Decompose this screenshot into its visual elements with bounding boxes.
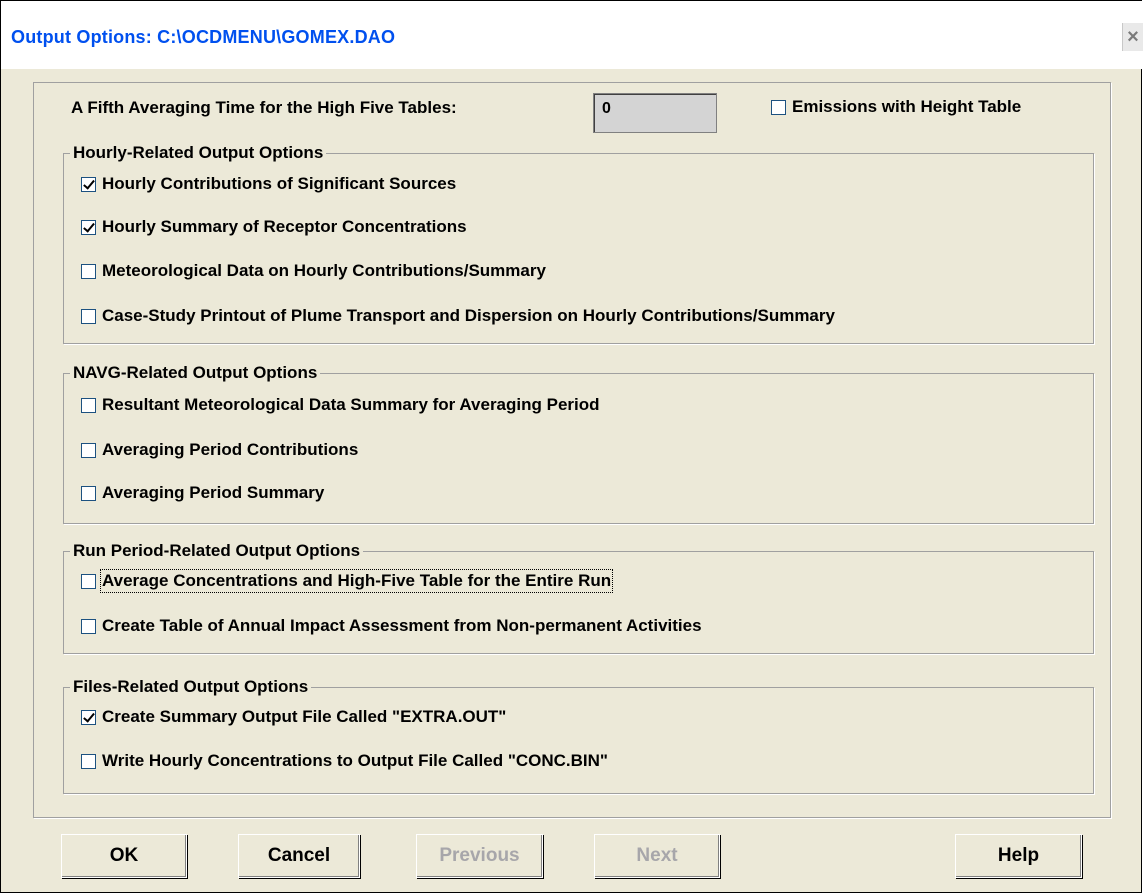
group-title: NAVG-Related Output Options xyxy=(70,363,321,383)
checkbox-box[interactable] xyxy=(81,397,96,413)
checkbox-box[interactable] xyxy=(771,99,786,115)
resultant-met-summary-checkbox[interactable]: Resultant Meteorological Data Summary fo… xyxy=(81,395,600,415)
checkbox-label: Hourly Contributions of Significant Sour… xyxy=(102,174,457,193)
checkbox-label: Case-Study Printout of Plume Transport a… xyxy=(102,306,835,325)
checkbox-box[interactable] xyxy=(81,485,96,501)
fifth-averaging-time-input[interactable]: 0 xyxy=(593,93,717,133)
next-button: Next xyxy=(594,834,720,878)
checkbox-label: Average Concentrations and High-Five Tab… xyxy=(99,569,614,593)
case-study-printout-checkbox[interactable]: Case-Study Printout of Plume Transport a… xyxy=(81,306,835,326)
checkbox-label: Create Table of Annual Impact Assessment… xyxy=(102,616,702,635)
fifth-averaging-time-label: A Fifth Averaging Time for the High Five… xyxy=(71,98,457,117)
output-options-dialog: Output Options: C:\OCDMENU\GOMEX.DAO × A… xyxy=(0,0,1143,893)
run-period-options-group: Run Period-Related Output Options xyxy=(63,541,1094,654)
conc-bin-file-checkbox[interactable]: Write Hourly Concentrations to Output Fi… xyxy=(81,751,608,771)
checkbox-label: Averaging Period Summary xyxy=(102,483,325,502)
title-bar: Output Options: C:\OCDMENU\GOMEX.DAO × xyxy=(1,1,1143,69)
extra-out-file-checkbox[interactable]: Create Summary Output File Called "EXTRA… xyxy=(81,707,506,727)
checkbox-label: Meteorological Data on Hourly Contributi… xyxy=(102,261,546,280)
checkbox-label: Hourly Summary of Receptor Concentration… xyxy=(102,217,467,236)
checkbox-label: Resultant Meteorological Data Summary fo… xyxy=(102,395,600,414)
annual-impact-assessment-checkbox[interactable]: Create Table of Annual Impact Assessment… xyxy=(81,616,702,636)
average-concentrations-checkbox[interactable]: Average Concentrations and High-Five Tab… xyxy=(81,569,614,593)
checkbox-box[interactable] xyxy=(81,618,96,634)
hourly-summary-checkbox[interactable]: Hourly Summary of Receptor Concentration… xyxy=(81,217,467,237)
group-title: Run Period-Related Output Options xyxy=(70,541,364,561)
checkbox-box[interactable] xyxy=(81,442,96,458)
help-button[interactable]: Help xyxy=(955,834,1082,878)
checkbox-box[interactable] xyxy=(81,573,96,589)
checkbox-box[interactable] xyxy=(81,219,96,235)
previous-button: Previous xyxy=(416,834,543,878)
ok-button[interactable]: OK xyxy=(61,834,187,878)
meteorological-data-checkbox[interactable]: Meteorological Data on Hourly Contributi… xyxy=(81,261,546,281)
cancel-button[interactable]: Cancel xyxy=(238,834,360,878)
emissions-height-table-checkbox[interactable]: Emissions with Height Table xyxy=(771,97,1021,117)
close-icon[interactable]: × xyxy=(1122,23,1143,51)
hourly-contributions-checkbox[interactable]: Hourly Contributions of Significant Sour… xyxy=(81,174,456,194)
checkbox-label: Write Hourly Concentrations to Output Fi… xyxy=(102,751,608,770)
checkbox-box[interactable] xyxy=(81,308,96,324)
averaging-period-summary-checkbox[interactable]: Averaging Period Summary xyxy=(81,483,324,503)
checkbox-box[interactable] xyxy=(81,709,96,725)
files-options-group: Files-Related Output Options xyxy=(63,677,1094,794)
checkbox-label: Create Summary Output File Called "EXTRA… xyxy=(102,707,507,726)
group-title: Hourly-Related Output Options xyxy=(70,143,327,163)
checkbox-box[interactable] xyxy=(81,176,96,192)
averaging-period-contributions-checkbox[interactable]: Averaging Period Contributions xyxy=(81,440,358,460)
checkbox-label: Emissions with Height Table xyxy=(792,97,1022,116)
checkbox-label: Averaging Period Contributions xyxy=(102,440,359,459)
window-title: Output Options: C:\OCDMENU\GOMEX.DAO xyxy=(11,27,396,47)
checkbox-box[interactable] xyxy=(81,753,96,769)
group-title: Files-Related Output Options xyxy=(70,677,312,697)
checkbox-box[interactable] xyxy=(81,263,96,279)
